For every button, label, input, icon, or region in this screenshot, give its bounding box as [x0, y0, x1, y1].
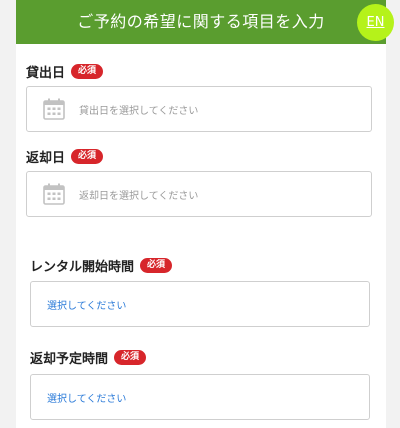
return-time-label: 返却予定時間 — [30, 352, 109, 367]
rental-date-label: 貸出日 — [26, 66, 66, 81]
form-header: ご予約の希望に関する項目を入力 — [16, 0, 386, 44]
header-title: ご予約の希望に関する項目を入力 — [77, 12, 325, 31]
rental-start-time-label-row: レンタル開始時間 必須 — [30, 256, 173, 275]
return-date-label-row: 返却日 必須 — [26, 147, 104, 166]
rental-start-time-label: レンタル開始時間 — [30, 260, 135, 275]
return-date-placeholder: 返却日を選択してください — [79, 190, 199, 202]
return-date-input[interactable]: 返却日を選択してください — [26, 171, 372, 217]
rental-date-label-row: 貸出日 必須 — [26, 62, 104, 81]
calendar-icon — [43, 183, 65, 205]
rental-start-time-select[interactable]: 選択してください — [30, 281, 370, 327]
rental-date-placeholder: 貸出日を選択してください — [79, 105, 199, 117]
return-date-label: 返却日 — [26, 151, 66, 166]
rental-date-input[interactable]: 貸出日を選択してください — [26, 86, 372, 132]
return-time-value: 選択してください — [47, 393, 127, 405]
required-badge: 必須 — [140, 258, 173, 273]
required-badge: 必須 — [114, 350, 147, 365]
calendar-icon — [43, 98, 65, 120]
rental-start-time-value: 選択してください — [47, 300, 127, 312]
return-time-label-row: 返却予定時間 必須 — [30, 348, 147, 367]
reservation-form-page: ご予約の希望に関する項目を入力 EN 貸出日 必須 貸出日を選択してください 返… — [0, 0, 400, 428]
return-time-select[interactable]: 選択してください — [30, 374, 370, 420]
language-toggle-button[interactable]: EN — [357, 4, 394, 41]
required-badge: 必須 — [71, 64, 104, 79]
required-badge: 必須 — [71, 149, 104, 164]
